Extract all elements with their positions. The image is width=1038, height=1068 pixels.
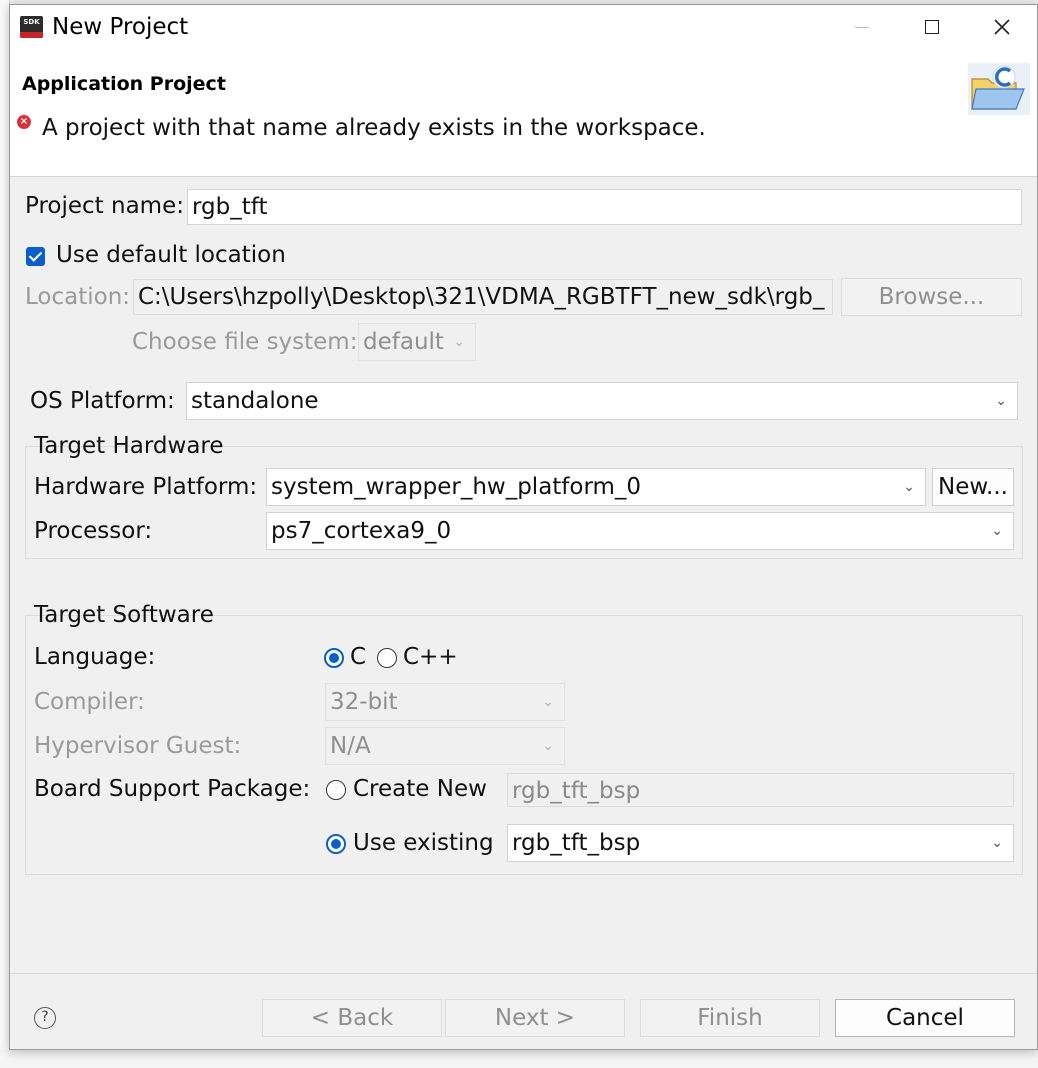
hardware-platform-dropdown[interactable]: system_wrapper_hw_platform_0 ⌄ xyxy=(266,468,926,506)
processor-label: Processor: xyxy=(34,518,153,544)
background-status-strip xyxy=(0,1050,1038,1068)
sdk-logo-icon: SDK xyxy=(20,16,43,38)
browse-button[interactable]: Browse... xyxy=(841,278,1022,316)
language-c-radio[interactable] xyxy=(324,648,344,668)
bsp-create-new-radio[interactable] xyxy=(326,780,346,800)
chevron-down-icon: ⌄ xyxy=(995,393,1007,409)
minimize-button[interactable] xyxy=(827,5,897,49)
compiler-value: 32-bit xyxy=(330,689,398,715)
bsp-use-existing-dropdown[interactable]: rgb_tft_bsp ⌄ xyxy=(507,824,1014,862)
hypervisor-guest-label: Hypervisor Guest: xyxy=(34,733,242,759)
error-message: A project with that name already exists … xyxy=(42,115,706,141)
language-c-label[interactable]: C xyxy=(350,644,366,670)
c-project-folder-icon xyxy=(968,63,1030,115)
location-input[interactable]: C:\Users\hzpolly\Desktop\321\VDMA_RGBTFT… xyxy=(133,279,833,315)
chevron-down-icon: ⌄ xyxy=(991,523,1003,539)
finish-button[interactable]: Finish xyxy=(640,999,820,1037)
use-default-location-label[interactable]: Use default location xyxy=(56,242,286,268)
bsp-label: Board Support Package: xyxy=(34,776,311,802)
maximize-icon xyxy=(925,20,939,34)
chevron-down-icon: ⌄ xyxy=(903,479,915,495)
close-icon xyxy=(994,19,1010,35)
language-cpp-label[interactable]: C++ xyxy=(403,644,458,670)
use-default-location-checkbox[interactable] xyxy=(26,247,45,266)
target-software-title: Target Software xyxy=(34,602,214,628)
sdk-logo-text: SDK xyxy=(23,18,40,26)
next-button[interactable]: Next > xyxy=(445,999,625,1037)
os-platform-value: standalone xyxy=(191,388,319,414)
chevron-down-icon: ⌄ xyxy=(991,835,1003,851)
chevron-down-icon: ⌄ xyxy=(453,334,465,350)
footer-separator xyxy=(10,973,1037,974)
target-hardware-title: Target Hardware xyxy=(34,433,224,459)
wizard-page-title: Application Project xyxy=(22,73,226,95)
hypervisor-guest-value: N/A xyxy=(330,733,371,759)
file-system-dropdown[interactable]: default ⌄ xyxy=(358,323,476,361)
file-system-value: default xyxy=(363,329,444,355)
os-platform-label: OS Platform: xyxy=(30,388,175,414)
sdk-logo-bar xyxy=(20,32,43,38)
location-label: Location: xyxy=(25,284,131,310)
help-icon[interactable]: ? xyxy=(34,1007,56,1029)
hypervisor-guest-dropdown[interactable]: N/A ⌄ xyxy=(325,727,565,765)
hardware-platform-value: system_wrapper_hw_platform_0 xyxy=(271,474,642,500)
window-title: New Project xyxy=(52,14,189,40)
cancel-button[interactable]: Cancel xyxy=(835,999,1015,1037)
language-label: Language: xyxy=(34,644,156,670)
file-system-label: Choose file system: xyxy=(132,329,358,355)
bsp-create-new-label[interactable]: Create New xyxy=(353,776,487,802)
maximize-button[interactable] xyxy=(897,5,967,49)
compiler-dropdown[interactable]: 32-bit ⌄ xyxy=(325,683,565,721)
os-platform-dropdown[interactable]: standalone ⌄ xyxy=(186,382,1018,420)
bsp-use-existing-value: rgb_tft_bsp xyxy=(512,830,641,856)
bsp-create-new-input[interactable]: rgb_tft_bsp xyxy=(507,773,1014,807)
hardware-platform-label: Hardware Platform: xyxy=(34,474,258,500)
project-name-label: Project name: xyxy=(25,193,184,219)
error-icon: × xyxy=(17,115,31,129)
back-button[interactable]: < Back xyxy=(262,999,442,1037)
language-cpp-radio[interactable] xyxy=(377,648,397,668)
wizard-header: Application Project × A project with tha… xyxy=(10,49,1037,177)
new-hardware-platform-button[interactable]: New... xyxy=(932,468,1014,506)
compiler-label: Compiler: xyxy=(34,689,145,715)
chevron-down-icon: ⌄ xyxy=(542,738,554,754)
project-name-input[interactable]: rgb_tft xyxy=(187,189,1022,225)
chevron-down-icon: ⌄ xyxy=(542,694,554,710)
new-project-dialog: SDK New Project Application Project × A … xyxy=(9,4,1038,1050)
processor-value: ps7_cortexa9_0 xyxy=(271,518,452,544)
minimize-icon xyxy=(855,26,869,28)
title-bar[interactable]: SDK New Project xyxy=(10,5,1037,49)
bsp-use-existing-radio[interactable] xyxy=(326,834,346,854)
processor-dropdown[interactable]: ps7_cortexa9_0 ⌄ xyxy=(266,512,1014,550)
close-button[interactable] xyxy=(967,5,1037,49)
bsp-use-existing-label[interactable]: Use existing xyxy=(353,830,494,856)
